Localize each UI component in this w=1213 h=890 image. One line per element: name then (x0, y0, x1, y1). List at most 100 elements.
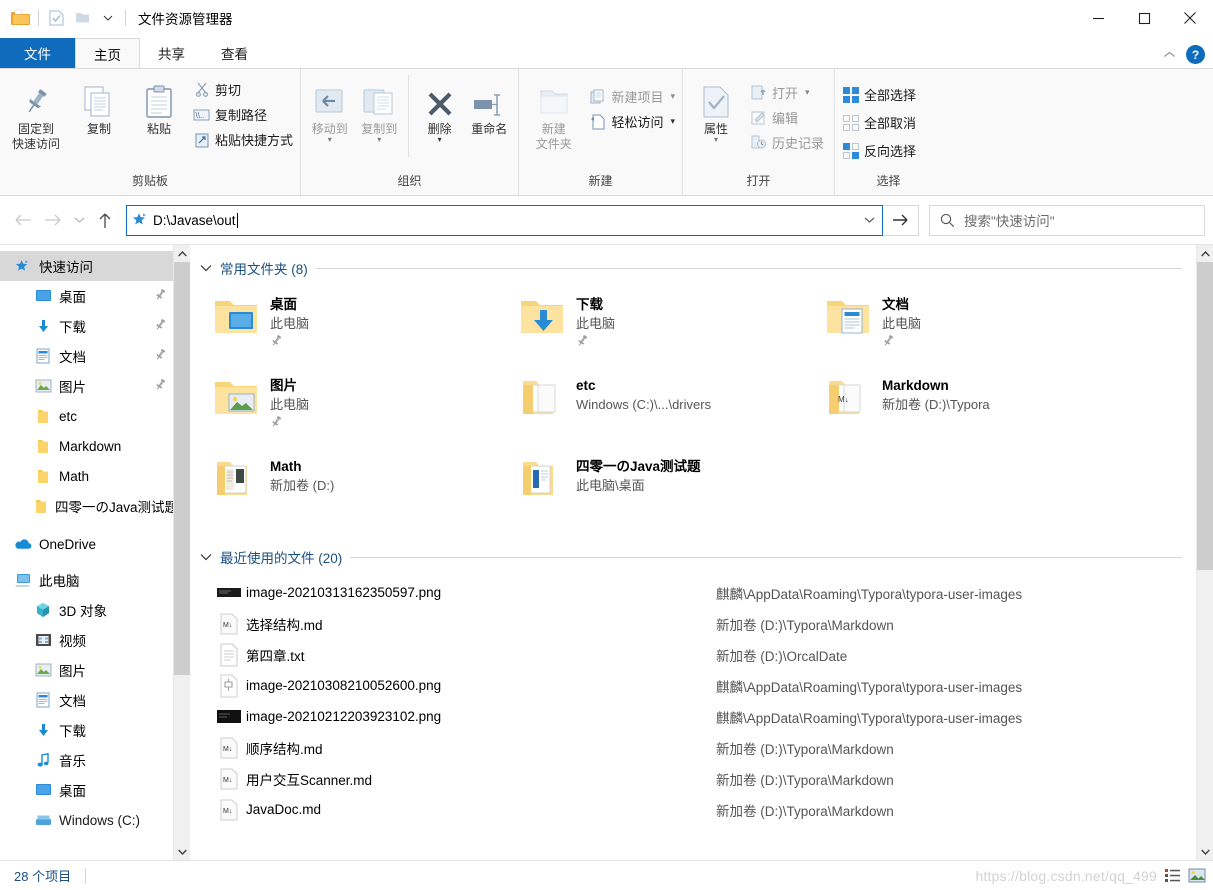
tab-home[interactable]: 主页 (75, 38, 140, 68)
sidebar-item-pictures[interactable]: 图片 (0, 371, 173, 401)
recent-locations-button[interactable] (68, 205, 90, 235)
chevron-up-icon[interactable] (1163, 47, 1176, 62)
tab-file[interactable]: 文件 (0, 38, 75, 68)
copy-to-caret-icon[interactable]: ▾ (377, 136, 381, 144)
select-none-button[interactable]: 全部取消 (839, 111, 919, 134)
large-icons-view-icon[interactable] (1187, 866, 1207, 886)
copy-button[interactable]: 复制 (70, 75, 128, 137)
sidebar-item-3d-objects[interactable]: 3D 对象 (0, 595, 173, 625)
quick-access-toolbar[interactable] (0, 5, 130, 31)
scroll-track[interactable] (174, 262, 190, 843)
tab-view[interactable]: 查看 (203, 38, 266, 68)
properties-icon[interactable] (43, 5, 69, 31)
sidebar-item-desktop[interactable]: 桌面 (0, 281, 173, 311)
folder-item[interactable]: M↓ Markdown 新加卷 (D:)\Typora (824, 369, 1130, 450)
folder-item[interactable]: 下载 此电脑 (518, 288, 824, 369)
pin-icon[interactable] (154, 378, 167, 394)
list-item[interactable]: M↓ 选择结构.md 新加卷 (D:)\Typora\Markdown (212, 608, 1196, 639)
pin-icon[interactable] (154, 288, 167, 304)
delete-caret-icon[interactable]: ▾ (438, 136, 442, 144)
folder-item[interactable]: Math 新加卷 (D:) (212, 450, 518, 531)
open-button[interactable]: 打开 ▾ (747, 81, 827, 104)
new-folder-button[interactable]: 新建 文件夹 (523, 75, 584, 152)
history-button[interactable]: 历史记录 (747, 131, 827, 154)
file-list-pane[interactable]: 常用文件夹 (8) 桌面 此电脑 下载 此电脑 文档 此电脑 图片 此电脑 et… (190, 245, 1196, 860)
scroll-up-icon[interactable] (174, 245, 190, 262)
pin-to-quick-access-button[interactable]: 固定到 快速访问 (4, 75, 68, 152)
search-input[interactable]: 搜索"快速访问" (964, 210, 1055, 230)
delete-button[interactable]: 删除 ▾ (415, 75, 465, 144)
go-button[interactable] (883, 204, 919, 236)
explorer-folder-icon[interactable] (8, 5, 34, 31)
new-item-caret-icon[interactable]: ▾ (670, 91, 675, 102)
edit-button[interactable]: 编辑 (747, 106, 827, 129)
sidebar-item-pictures-pc[interactable]: 图片 (0, 655, 173, 685)
back-button[interactable] (8, 205, 38, 235)
chevron-down-icon[interactable] (95, 5, 121, 31)
scroll-down-icon[interactable] (1197, 843, 1213, 860)
rename-button[interactable]: 重命名 (464, 75, 514, 137)
chevron-down-icon[interactable] (200, 550, 212, 564)
scroll-thumb[interactable] (1197, 262, 1213, 570)
easy-access-button[interactable]: 轻松访问 ▾ (586, 110, 678, 133)
minimize-button[interactable] (1075, 0, 1121, 36)
copy-path-button[interactable]: \\.. 复制路径 (190, 103, 296, 126)
list-item[interactable]: M↓ 用户交互Scanner.md 新加卷 (D:)\Typora\Markdo… (212, 763, 1196, 794)
sidebar-item-documents-pc[interactable]: 文档 (0, 685, 173, 715)
list-item[interactable]: 第四章.txt 新加卷 (D:)\OrcalDate (212, 639, 1196, 670)
sidebar-item-downloads-pc[interactable]: 下载 (0, 715, 173, 745)
list-item[interactable]: image-20210308210052600.png 麒麟\AppData\R… (212, 670, 1196, 701)
sidebar-item-music[interactable]: 音乐 (0, 745, 173, 775)
list-item[interactable]: image-20210313162350597.png 麒麟\AppData\R… (212, 577, 1196, 608)
folder-item[interactable]: 四零一のJava测试题 此电脑\桌面 (518, 450, 824, 531)
move-to-caret-icon[interactable]: ▾ (328, 136, 332, 144)
recent-files-header[interactable]: 最近使用的文件 (20) (190, 543, 1196, 571)
sidebar-item-quick-access[interactable]: 快速访问 (0, 251, 173, 281)
maximize-button[interactable] (1121, 0, 1167, 36)
sidebar-item-markdown[interactable]: Markdown (0, 431, 173, 461)
copy-to-button[interactable]: 复制到 ▾ (355, 75, 405, 144)
scroll-thumb[interactable] (174, 262, 190, 675)
move-to-button[interactable]: 移动到 ▾ (305, 75, 355, 144)
folder-item[interactable]: etc Windows (C:)\...\drivers (518, 369, 824, 450)
file-list-scrollbar[interactable] (1196, 245, 1213, 860)
sidebar-item-windows-c[interactable]: Windows (C:) (0, 805, 173, 835)
address-input[interactable]: D:\Javase\out (153, 212, 856, 228)
sidebar-item-java-test[interactable]: 四零一のJava测试题 (0, 491, 173, 521)
list-item[interactable]: image-20210212203923102.png 麒麟\AppData\R… (212, 701, 1196, 732)
chevron-down-icon[interactable] (200, 261, 212, 275)
invert-selection-button[interactable]: 反向选择 (839, 139, 919, 162)
close-button[interactable] (1167, 0, 1213, 36)
navigation-pane-scrollbar[interactable] (173, 245, 190, 860)
paste-shortcut-button[interactable]: 粘贴快捷方式 (190, 128, 296, 151)
scroll-down-icon[interactable] (174, 843, 190, 860)
easy-access-caret-icon[interactable]: ▾ (670, 116, 675, 127)
sidebar-item-this-pc[interactable]: 此电脑 (0, 565, 173, 595)
new-item-button[interactable]: 新建项目 ▾ (586, 85, 678, 108)
scroll-track[interactable] (1197, 262, 1213, 843)
folder-item[interactable]: 文档 此电脑 (824, 288, 1130, 369)
list-item[interactable]: M↓ 顺序结构.md 新加卷 (D:)\Typora\Markdown (212, 732, 1196, 763)
address-dropdown-button[interactable] (856, 216, 882, 224)
new-folder-icon[interactable] (69, 5, 95, 31)
address-bar[interactable]: D:\Javase\out (126, 204, 883, 236)
open-caret-icon[interactable]: ▾ (805, 87, 810, 98)
sidebar-item-documents[interactable]: 文档 (0, 341, 173, 371)
sidebar-item-downloads[interactable]: 下载 (0, 311, 173, 341)
folder-item[interactable]: 桌面 此电脑 (212, 288, 518, 369)
properties-button[interactable]: 属性 ▾ (687, 75, 745, 144)
tab-share[interactable]: 共享 (140, 38, 203, 68)
scroll-up-icon[interactable] (1197, 245, 1213, 262)
sidebar-item-math[interactable]: Math (0, 461, 173, 491)
frequent-folders-header[interactable]: 常用文件夹 (8) (190, 254, 1196, 282)
select-all-button[interactable]: 全部选择 (839, 83, 919, 106)
list-item[interactable]: M↓ JavaDoc.md 新加卷 (D:)\Typora\Markdown (212, 794, 1196, 825)
pin-icon[interactable] (154, 348, 167, 364)
sidebar-item-desktop-pc[interactable]: 桌面 (0, 775, 173, 805)
properties-caret-icon[interactable]: ▾ (714, 136, 718, 144)
forward-button[interactable] (38, 205, 68, 235)
cut-button[interactable]: 剪切 (190, 78, 296, 101)
sidebar-item-onedrive[interactable]: OneDrive (0, 529, 173, 559)
search-box[interactable]: 搜索"快速访问" (929, 204, 1205, 236)
pin-icon[interactable] (154, 318, 167, 334)
